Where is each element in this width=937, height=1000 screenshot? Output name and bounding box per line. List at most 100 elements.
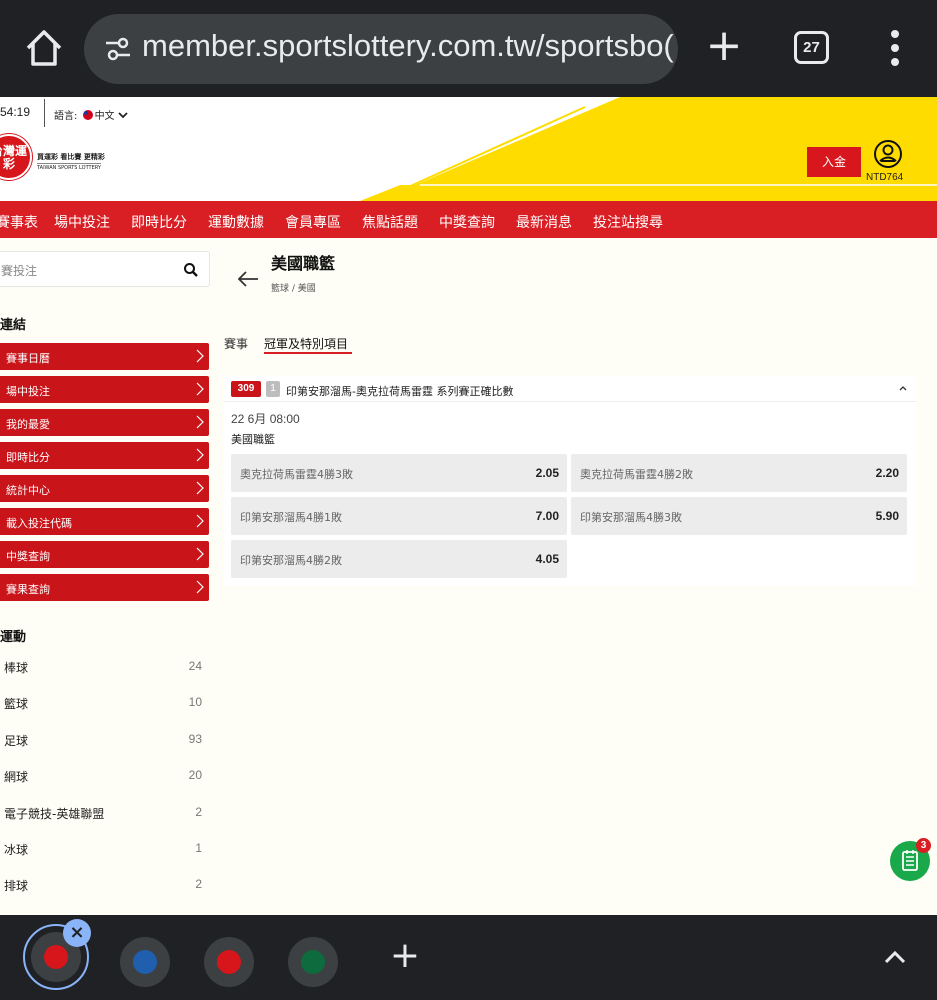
- odds-label: 奧克拉荷馬雷霆4勝2敗: [580, 468, 693, 481]
- language-selector[interactable]: 語言: 中文: [54, 107, 128, 122]
- back-arrow-icon[interactable]: [236, 268, 260, 290]
- market-title: 印第安那溜馬-奧克拉荷馬雷霆 系列賽正確比數: [286, 385, 514, 398]
- user-account-icon[interactable]: [873, 139, 903, 169]
- odds-button[interactable]: 印第安那溜馬4勝1敗 7.00: [231, 497, 567, 535]
- chevron-right-icon: [196, 349, 204, 363]
- odds-button[interactable]: 奧克拉荷馬雷霆4勝2敗 2.20: [571, 454, 907, 492]
- chevron-up-icon[interactable]: [898, 384, 908, 392]
- nav-item-members[interactable]: 會員專區: [285, 212, 341, 232]
- new-tab-button[interactable]: +: [704, 22, 744, 72]
- sport-name: 網球: [4, 770, 29, 784]
- nav-item-store-search[interactable]: 投注站搜尋: [593, 212, 663, 232]
- match-datetime: 22 6月 08:00: [231, 412, 300, 426]
- link-label: 場中投注: [6, 385, 50, 398]
- nav-item-prize-check[interactable]: 中獎查詢: [439, 212, 495, 232]
- sport-item-baseball[interactable]: 棒球 24: [0, 656, 210, 678]
- sport-item-football[interactable]: 足球 93: [0, 729, 210, 751]
- sport-name: 冰球: [4, 843, 29, 857]
- market-index-badge: 1: [266, 381, 280, 397]
- sport-item-volleyball[interactable]: 排球 2: [0, 874, 210, 896]
- tab-switcher-button[interactable]: 27: [794, 31, 829, 64]
- sport-name: 棒球: [4, 661, 29, 675]
- sidebar-link-results[interactable]: 賽果查詢: [0, 574, 209, 601]
- sidebar-link-favorites[interactable]: 我的最愛: [0, 409, 209, 436]
- odds-value: 4.05: [535, 552, 559, 566]
- nav-item-live-scores[interactable]: 即時比分: [131, 212, 187, 232]
- sport-item-tennis[interactable]: 網球 20: [0, 765, 210, 787]
- sport-count: 1: [195, 841, 202, 855]
- site-settings-icon[interactable]: [104, 36, 132, 62]
- sidebar-link-live-betting[interactable]: 場中投注: [0, 376, 209, 403]
- chevron-right-icon: [196, 514, 204, 528]
- nav-item-sports-data[interactable]: 運動數據: [208, 212, 264, 232]
- sports-heading: 運動: [0, 630, 27, 645]
- odds-label: 印第安那溜馬4勝2敗: [240, 554, 342, 567]
- nav-item-news[interactable]: 最新消息: [516, 212, 572, 232]
- chevron-right-icon: [196, 580, 204, 594]
- nav-item-featured[interactable]: 焦點話題: [362, 212, 418, 232]
- betslip-count-badge: 3: [916, 838, 931, 853]
- chevron-right-icon: [196, 448, 204, 462]
- odds-button[interactable]: 奧克拉荷馬雷霆4勝3敗 2.05: [231, 454, 567, 492]
- match-league: 美國職籃: [231, 433, 275, 446]
- sport-item-ice-hockey[interactable]: 冰球 1: [0, 838, 210, 860]
- tab-thumbnail-2[interactable]: [120, 937, 170, 987]
- language-value: 中文: [94, 111, 115, 122]
- clock-text: 54:19: [0, 105, 31, 119]
- search-placeholder: 賽投注: [1, 264, 38, 278]
- deposit-button[interactable]: 入金: [807, 147, 861, 177]
- sport-count: 2: [195, 805, 202, 819]
- sidebar-link-live-scores[interactable]: 即時比分: [0, 442, 209, 469]
- home-icon[interactable]: [22, 24, 66, 72]
- sport-count: 10: [188, 695, 202, 709]
- odds-value: 7.00: [535, 509, 559, 523]
- sport-name: 電子競技-英雄聯盟: [4, 807, 105, 821]
- link-label: 即時比分: [6, 451, 50, 464]
- sport-item-basketball[interactable]: 籃球 10: [0, 692, 210, 714]
- chevron-up-icon[interactable]: [882, 949, 908, 965]
- sidebar-link-load-code[interactable]: 載入投注代碼: [0, 508, 209, 535]
- market-header[interactable]: 309 1 印第安那溜馬-奧克拉荷馬雷霆 系列賽正確比數: [224, 376, 916, 402]
- favicon: [133, 950, 157, 974]
- odds-button[interactable]: 印第安那溜馬4勝3敗 5.90: [571, 497, 907, 535]
- site-header: 54:19 語言: 中文 台灣運彩 買運彩 看比賽 更精彩 TAIWAN SPO…: [0, 97, 937, 201]
- sport-count: 2: [195, 877, 202, 891]
- address-bar[interactable]: member.sportslottery.com.tw/sportsbo(: [84, 14, 678, 84]
- active-tab-indicator: [264, 352, 352, 354]
- odds-label: 印第安那溜馬4勝1敗: [240, 511, 342, 524]
- tab-events[interactable]: 賽事: [224, 335, 248, 352]
- sport-name: 足球: [4, 734, 29, 748]
- close-tab-icon[interactable]: ×: [63, 919, 91, 947]
- sport-count: 20: [188, 768, 202, 782]
- url-text[interactable]: member.sportslottery.com.tw/sportsbo(: [142, 28, 674, 64]
- sidebar-link-stats[interactable]: 統計中心: [0, 475, 209, 502]
- link-label: 中獎查詢: [6, 550, 50, 563]
- nav-item-live-betting[interactable]: 場中投注: [54, 212, 110, 232]
- chevron-right-icon: [196, 481, 204, 495]
- tab-futures-specials[interactable]: 冠軍及特別項目: [264, 335, 348, 352]
- tab-thumbnail-3[interactable]: [204, 937, 254, 987]
- chevron-right-icon: [196, 382, 204, 396]
- odds-value: 5.90: [875, 509, 899, 523]
- more-menu-icon[interactable]: [882, 30, 908, 66]
- header-decoration: [360, 97, 937, 201]
- favicon: [301, 950, 325, 974]
- odds-label: 印第安那溜馬4勝3敗: [580, 511, 682, 524]
- sport-item-esports-lol[interactable]: 電子競技-英雄聯盟 2: [0, 802, 210, 824]
- nav-item-schedule[interactable]: 賽事表: [0, 212, 38, 232]
- link-label: 賽果查詢: [6, 583, 50, 596]
- sidebar-link-calendar[interactable]: 賽事日曆: [0, 343, 209, 370]
- odds-value: 2.05: [535, 466, 559, 480]
- market-code-badge: 309: [231, 381, 261, 397]
- logo-slogan: 買運彩 看比賽 更精彩: [37, 153, 105, 161]
- market-card: 309 1 印第安那溜馬-奧克拉荷馬雷霆 系列賽正確比數 22 6月 08:00…: [224, 376, 916, 586]
- favicon: [44, 945, 68, 969]
- sidebar-search-input[interactable]: 賽投注: [0, 251, 210, 287]
- new-tab-icon[interactable]: +: [388, 938, 422, 974]
- tab-thumbnail-bet365[interactable]: [288, 937, 338, 987]
- sidebar-link-prize-check[interactable]: 中獎查詢: [0, 541, 209, 568]
- link-label: 統計中心: [6, 484, 50, 497]
- odds-button[interactable]: 印第安那溜馬4勝2敗 4.05: [231, 540, 567, 578]
- search-icon[interactable]: [183, 262, 199, 278]
- flag-icon: [82, 110, 93, 120]
